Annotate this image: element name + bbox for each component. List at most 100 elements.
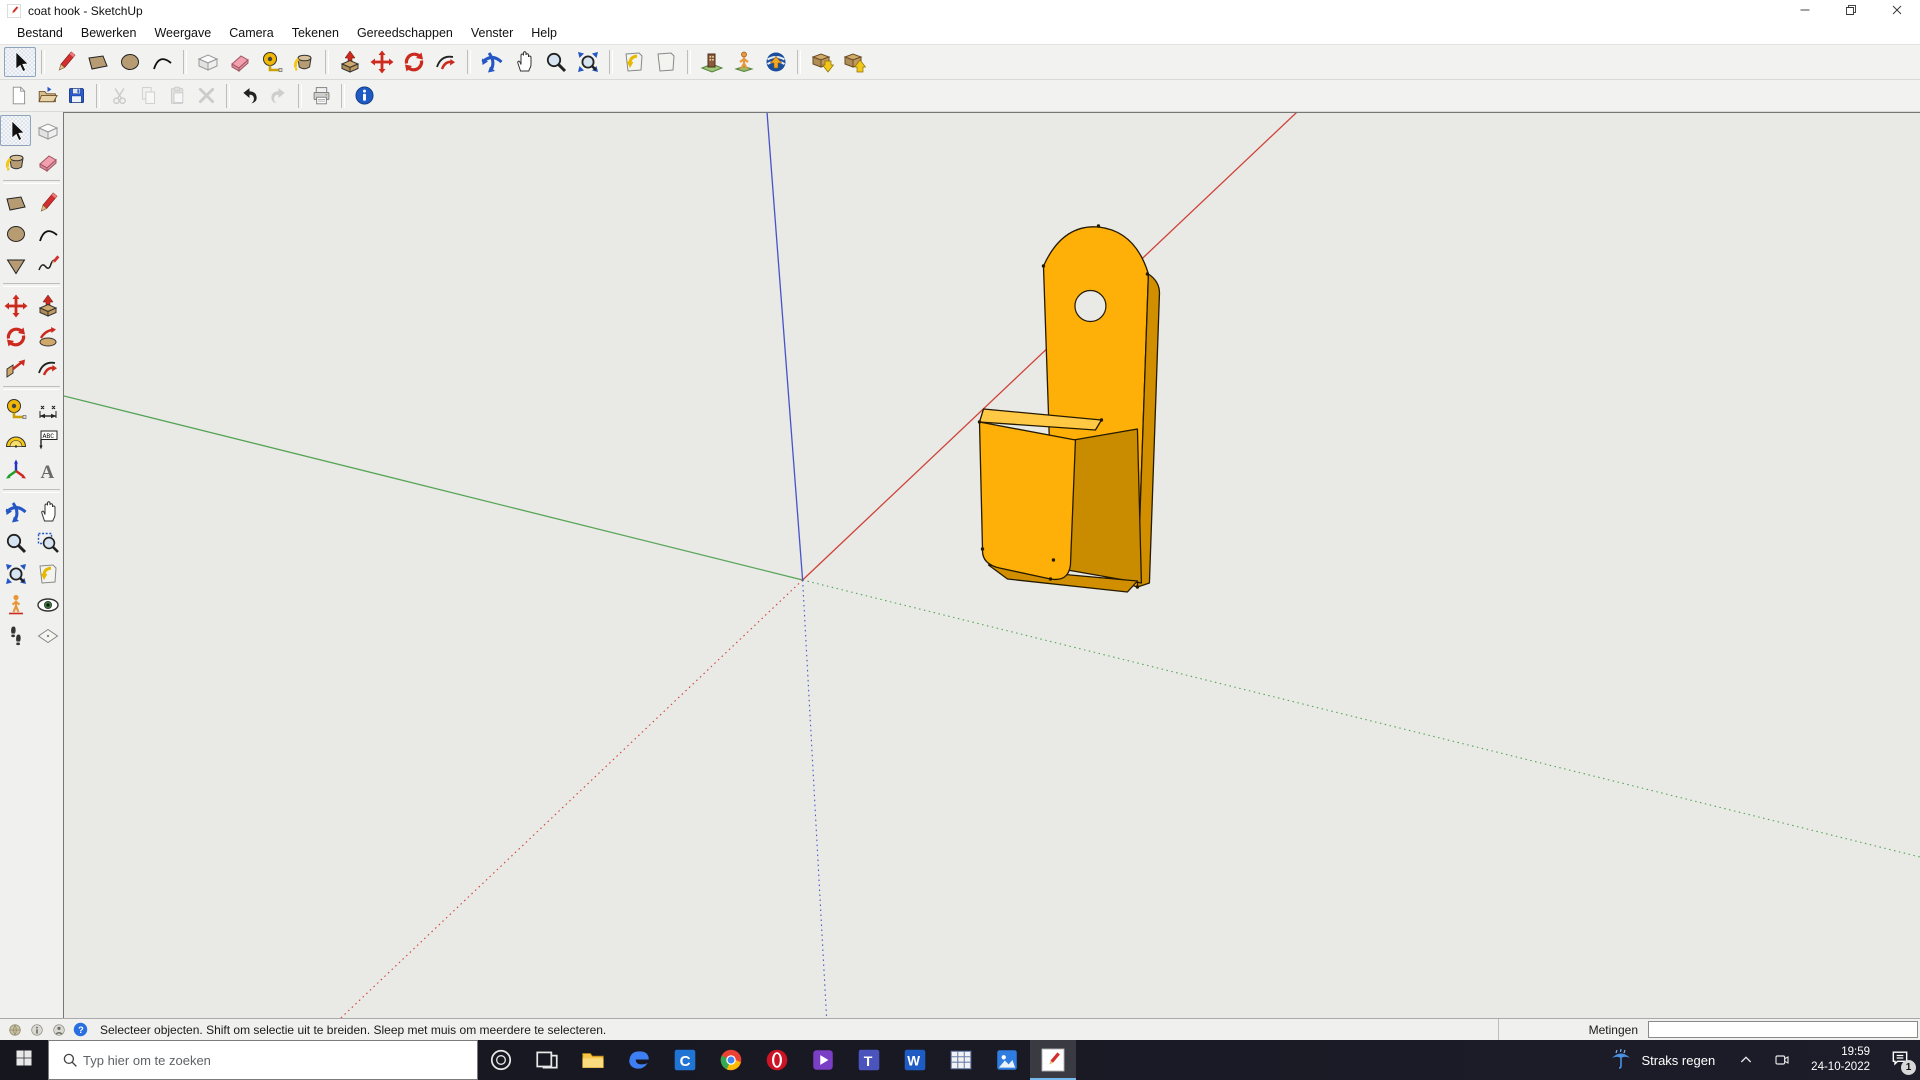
tool-rectangle-button[interactable] xyxy=(0,187,31,218)
taskbar-cortana-button[interactable] xyxy=(478,1040,524,1080)
tool-paste-button[interactable] xyxy=(163,82,192,109)
action-center-button[interactable]: 1 xyxy=(1880,1040,1920,1080)
taskbar-word-button[interactable]: W xyxy=(892,1040,938,1080)
tool-redo-button[interactable] xyxy=(264,82,293,109)
tool-share-model-button[interactable] xyxy=(838,47,870,77)
tool-save-button[interactable] xyxy=(62,82,91,109)
tool-make-component-button[interactable] xyxy=(192,47,224,77)
menu-bewerken[interactable]: Bewerken xyxy=(72,23,146,43)
measurements-input[interactable] xyxy=(1648,1021,1918,1038)
menu-camera[interactable]: Camera xyxy=(220,23,282,43)
tool-model-info-button[interactable] xyxy=(350,82,379,109)
tool-offset-button[interactable] xyxy=(32,352,63,383)
tool-next-view-button[interactable] xyxy=(650,47,682,77)
tool-tape-measure-button[interactable] xyxy=(0,393,31,424)
taskbar-task-view-button[interactable] xyxy=(524,1040,570,1080)
tool-print-button[interactable] xyxy=(307,82,336,109)
start-button[interactable] xyxy=(0,1040,48,1080)
menu-bestand[interactable]: Bestand xyxy=(8,23,72,43)
maximize-button[interactable] xyxy=(1828,0,1874,22)
tool-pan-button[interactable] xyxy=(32,496,63,527)
tool-walk-button[interactable] xyxy=(0,620,31,651)
tool-zoom-button[interactable] xyxy=(0,527,31,558)
tool-move-button[interactable] xyxy=(366,47,398,77)
globe-status-button[interactable] xyxy=(6,1021,23,1038)
tool-eraser-button[interactable] xyxy=(224,47,256,77)
menu-venster[interactable]: Venster xyxy=(462,23,522,43)
taskbar-search[interactable]: Typ hier om te zoeken xyxy=(48,1040,478,1080)
tool-eraser-button[interactable] xyxy=(32,146,63,177)
tool-arc-button[interactable] xyxy=(146,47,178,77)
tool-select-button[interactable] xyxy=(0,115,31,146)
tool-get-models-button[interactable] xyxy=(806,47,838,77)
3d-viewport[interactable] xyxy=(63,112,1920,1018)
tray-chevron-up-button[interactable] xyxy=(1731,1040,1761,1080)
tool-freehand-button[interactable] xyxy=(32,249,63,280)
tool-person-figure-button[interactable] xyxy=(728,47,760,77)
tool-pan-button[interactable] xyxy=(508,47,540,77)
tool-circle-button[interactable] xyxy=(114,47,146,77)
tool-paint-bucket-button[interactable] xyxy=(288,47,320,77)
tool-axes-button[interactable] xyxy=(0,455,31,486)
taskbar-opera-button[interactable] xyxy=(754,1040,800,1080)
weather-widget[interactable]: Straks regen xyxy=(1597,1047,1727,1074)
taskbar-code-app-button[interactable]: C xyxy=(662,1040,708,1080)
tool-cut-button[interactable] xyxy=(105,82,134,109)
tool-protractor-button[interactable] xyxy=(0,424,31,455)
tool-orbit-button[interactable] xyxy=(0,496,31,527)
tool-select-button[interactable] xyxy=(4,47,36,77)
tool-dimension-button[interactable] xyxy=(32,393,63,424)
tool-make-component-button[interactable] xyxy=(32,115,63,146)
tool-undo-button[interactable] xyxy=(235,82,264,109)
tool-add-location-button[interactable] xyxy=(696,47,728,77)
tool-previous-view-button[interactable] xyxy=(618,47,650,77)
menu-gereedschappen[interactable]: Gereedschappen xyxy=(348,23,462,43)
tool-orbit-button[interactable] xyxy=(476,47,508,77)
minimize-button[interactable] xyxy=(1782,0,1828,22)
taskbar-table-app-button[interactable] xyxy=(938,1040,984,1080)
tool-text-button[interactable]: ABC xyxy=(32,424,63,455)
menu-weergave[interactable]: Weergave xyxy=(145,23,220,43)
tool-tape-measure-button[interactable] xyxy=(256,47,288,77)
taskbar-teams-button[interactable]: T xyxy=(846,1040,892,1080)
tool-follow-me-button[interactable] xyxy=(32,321,63,352)
tool-arc-button[interactable] xyxy=(32,218,63,249)
menu-tekenen[interactable]: Tekenen xyxy=(283,23,348,43)
tool-3d-text-button[interactable]: A xyxy=(32,455,63,486)
tool-rotate-button[interactable] xyxy=(0,321,31,352)
tool-line-button[interactable] xyxy=(50,47,82,77)
tool-look-around-button[interactable] xyxy=(32,589,63,620)
taskbar-edge-button[interactable] xyxy=(616,1040,662,1080)
taskbar-media-player-button[interactable] xyxy=(800,1040,846,1080)
help-icon[interactable]: ? xyxy=(72,1021,89,1038)
taskbar-sketchup-button[interactable] xyxy=(1030,1040,1076,1080)
tool-offset-button[interactable] xyxy=(430,47,462,77)
tool-zoom-button[interactable] xyxy=(540,47,572,77)
tool-open-button[interactable] xyxy=(33,82,62,109)
tool-position-camera-button[interactable] xyxy=(0,589,31,620)
tool-google-earth-button[interactable] xyxy=(760,47,792,77)
tool-rectangle-button[interactable] xyxy=(82,47,114,77)
tool-polygon-button[interactable] xyxy=(0,249,31,280)
tool-section-plane-button[interactable] xyxy=(32,620,63,651)
tool-previous-view-button[interactable] xyxy=(32,558,63,589)
tool-circle-button[interactable] xyxy=(0,218,31,249)
tool-copy-button[interactable] xyxy=(134,82,163,109)
tool-delete-button[interactable] xyxy=(192,82,221,109)
taskbar-file-explorer-button[interactable] xyxy=(570,1040,616,1080)
close-button[interactable] xyxy=(1874,0,1920,22)
user-circle-status-button[interactable] xyxy=(50,1021,67,1038)
tool-paint-bucket-button[interactable] xyxy=(0,146,31,177)
tool-push-pull-button[interactable] xyxy=(334,47,366,77)
taskbar-photos-button[interactable] xyxy=(984,1040,1030,1080)
info-circle-status-button[interactable] xyxy=(28,1021,45,1038)
tool-push-pull-button[interactable] xyxy=(32,290,63,321)
tool-scale-button[interactable] xyxy=(0,352,31,383)
tool-zoom-window-button[interactable] xyxy=(32,527,63,558)
tray-meet-now-button[interactable] xyxy=(1767,1040,1797,1080)
taskbar-clock[interactable]: 19:59 24-10-2022 xyxy=(1801,1045,1880,1075)
tool-new-button[interactable] xyxy=(4,82,33,109)
tool-line-button[interactable] xyxy=(32,187,63,218)
tool-move-button[interactable] xyxy=(0,290,31,321)
tool-zoom-extents-button[interactable] xyxy=(0,558,31,589)
